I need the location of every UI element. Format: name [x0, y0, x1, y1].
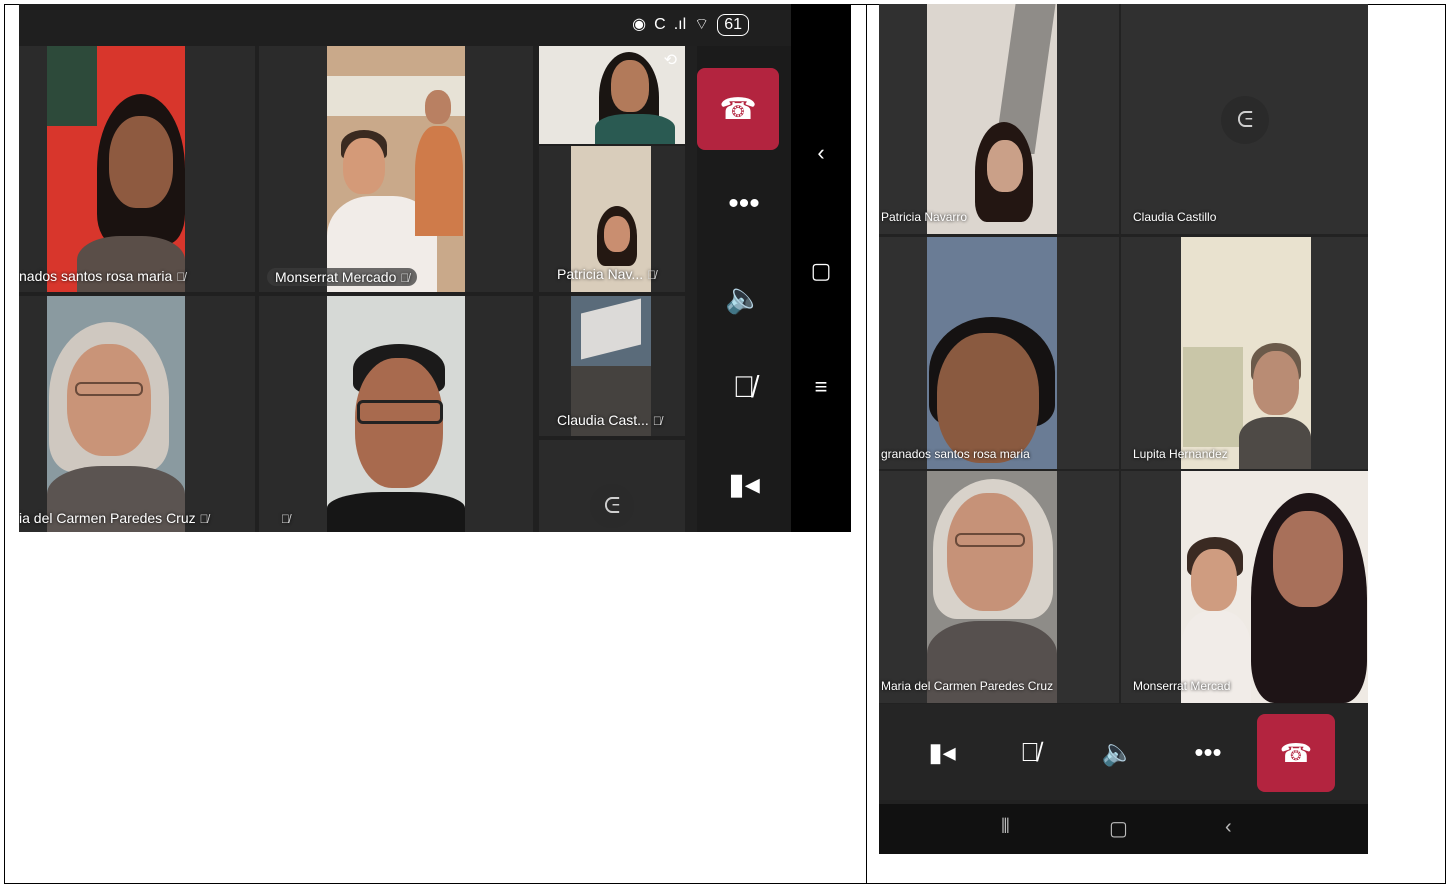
participant-video	[1181, 237, 1311, 469]
participant-name-label: nados santos rosa maria 🎙̸	[19, 268, 186, 284]
hotspot-icon: ◉	[632, 16, 647, 33]
participant-name-label: granados santos rosa maria	[881, 447, 1030, 461]
participant-video	[1181, 471, 1368, 703]
recents-nav-icon[interactable]: ≡	[791, 374, 851, 400]
participant-name-label: ia del Carmen Paredes Cruz 🎙̸	[19, 510, 209, 526]
participant-name-label: Claudia Castillo	[1133, 210, 1217, 224]
participant-name-label: Monserrat Mercad	[1133, 679, 1231, 693]
more-options-button[interactable]: •••	[697, 164, 791, 244]
status-icons: ◉ C .ıl ⌔ 61	[632, 14, 749, 36]
switch-camera-icon[interactable]: ⟲	[664, 50, 677, 70]
phone-hangup-icon: ☎	[719, 92, 757, 126]
speaker-icon: 🔈	[725, 281, 763, 315]
participant-tile[interactable]: 🎙̸	[259, 296, 533, 532]
participant-video	[327, 296, 465, 532]
call-controls: ▮◂ 🎙̸ 🔈 ••• ☎	[879, 704, 1368, 800]
portrait-call-screenshot: Patricia Navarro ᕮ Claudia Castillo gran…	[879, 4, 1368, 854]
participant-name-label: Patricia Navarro	[881, 210, 968, 224]
mic-off-icon: 🎙̸	[732, 371, 756, 404]
participant-name-label: Patricia Nav... 🎙̸	[557, 266, 657, 282]
back-nav-icon[interactable]: ‹	[1225, 816, 1232, 839]
video-grid-stage: ◉ C .ıl ⌔ 61 nados santos rosa maria🎙̸	[19, 4, 791, 532]
participant-tile[interactable]: nados santos rosa maria 🎙̸	[19, 46, 255, 292]
signal-icon: .ıl	[673, 16, 687, 33]
video-camera-icon: ▮◂	[728, 467, 760, 501]
participant-video	[927, 4, 1057, 234]
participant-video	[927, 471, 1057, 703]
mic-off-icon: 🎙̸	[281, 512, 290, 526]
mic-off-icon: 🎙̸	[1020, 736, 1040, 767]
participant-tile[interactable]: Patricia Navarro	[879, 4, 1119, 234]
participant-video	[47, 46, 185, 292]
participant-name-label: Claudia Cast... 🎙̸	[557, 412, 662, 428]
mic-off-icon: 🎙̸	[400, 271, 410, 285]
participant-tile[interactable]: Lupita Hernandez	[1121, 237, 1368, 469]
speaker-icon: 🔈	[1101, 736, 1135, 767]
participant-tile[interactable]: ᕮ	[539, 440, 685, 532]
participant-tile[interactable]: ᕮ Claudia Castillo	[1121, 4, 1368, 234]
glasses	[357, 400, 443, 424]
participant-tile[interactable]: granados santos rosa maria	[879, 237, 1119, 469]
mic-off-icon: 🎙̸	[199, 512, 209, 526]
more-options-button[interactable]: •••	[1167, 704, 1249, 800]
speaker-button[interactable]: 🔈	[1077, 704, 1159, 800]
participant-face	[109, 116, 173, 208]
speaker-button[interactable]: 🔈	[697, 258, 791, 338]
participant-tile[interactable]: Maria del Carmen Paredes Cruz	[879, 471, 1119, 703]
android-nav-bar: ‹ ▢ ≡	[791, 4, 851, 532]
participant-name-label: Maria del Carmen Paredes Cruz	[881, 679, 1054, 693]
table-column-divider	[866, 4, 867, 884]
mic-off-icon: 🎙̸	[176, 270, 186, 284]
mic-off-icon: 🎙̸	[647, 268, 657, 282]
mute-button[interactable]: 🎙̸	[989, 704, 1071, 800]
hangup-button[interactable]: ☎	[1257, 714, 1335, 792]
participant-tile[interactable]: Monserrat Mercado 🎙̸	[259, 46, 533, 292]
mic-off-icon: 🎙̸	[652, 414, 662, 428]
recents-nav-icon[interactable]: ⦀	[1001, 816, 1010, 839]
camera-button[interactable]: ▮◂	[697, 444, 791, 524]
ceiling-light	[581, 298, 641, 360]
self-view-tile[interactable]: ⟲	[539, 46, 685, 144]
wall-painting	[47, 46, 97, 126]
participant-name-label: Lupita Hernandez	[1133, 447, 1228, 461]
landscape-call-screenshot: ◉ C .ıl ⌔ 61 nados santos rosa maria🎙̸	[19, 4, 851, 532]
call-controls: ☎ ••• 🔈 🎙̸ ▮◂	[697, 46, 791, 532]
generic-user-icon: ᕮ	[590, 484, 634, 528]
video-camera-icon: ▮◂	[928, 736, 956, 767]
participant-name-label: 🎙̸	[277, 510, 290, 526]
participant-video	[927, 237, 1057, 469]
glasses	[955, 533, 1025, 547]
participant-name-label: Monserrat Mercado 🎙̸	[267, 268, 418, 286]
phone-hangup-icon: ☎	[1279, 737, 1313, 768]
participant-tile[interactable]: Claudia Cast... 🎙̸	[539, 296, 685, 436]
more-icon: •••	[1194, 736, 1222, 767]
generic-user-icon: ᕮ	[1221, 96, 1269, 144]
sync-icon: C	[654, 16, 666, 33]
status-bar: ◉ C .ıl ⌔ 61	[19, 4, 791, 46]
hangup-button[interactable]: ☎	[697, 68, 779, 150]
glasses	[75, 382, 143, 396]
participant-video	[327, 46, 465, 292]
battery-indicator: 61	[717, 14, 749, 36]
home-nav-icon[interactable]: ▢	[791, 258, 851, 284]
mute-button[interactable]: 🎙̸	[697, 348, 791, 428]
participant-tile[interactable]: Patricia Nav... 🎙̸	[539, 146, 685, 292]
android-nav-bar: ⦀ ▢ ‹	[879, 804, 1368, 854]
participant-tile[interactable]: Monserrat Mercad	[1121, 471, 1368, 703]
participant-tile[interactable]: ia del Carmen Paredes Cruz 🎙̸	[19, 296, 255, 532]
more-icon: •••	[728, 187, 760, 220]
home-nav-icon[interactable]: ▢	[1109, 816, 1128, 841]
wifi-icon: ⌔	[694, 16, 710, 33]
camera-button[interactable]: ▮◂	[901, 704, 983, 800]
back-nav-icon[interactable]: ‹	[791, 140, 851, 166]
participant-video	[47, 296, 185, 532]
